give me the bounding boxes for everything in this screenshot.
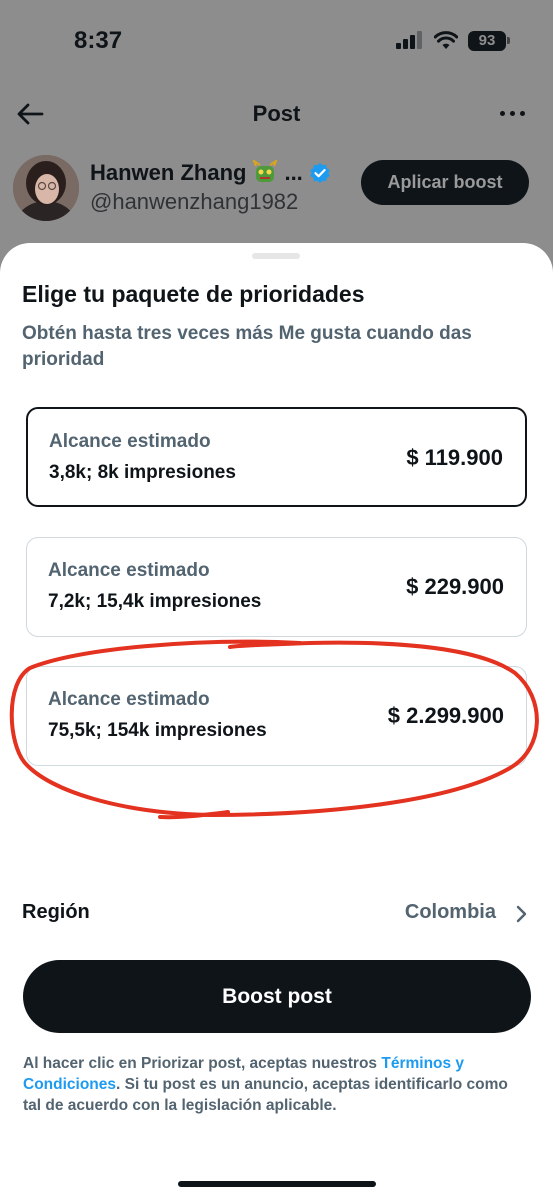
sheet-subtitle: Obtén hasta tres veces más Me gusta cuan… bbox=[22, 323, 472, 370]
page-title: Post bbox=[252, 101, 301, 126]
cellular-signal-icon bbox=[396, 31, 424, 49]
package-label: Alcance estimado bbox=[49, 431, 211, 452]
apply-boost-button[interactable]: Aplicar boost bbox=[361, 160, 529, 205]
user-handle: @hanwenzhang1982 bbox=[90, 189, 299, 214]
sheet-title: Elige tu paquete de prioridades bbox=[22, 281, 365, 307]
region-label: Región bbox=[22, 901, 90, 923]
package-label: Alcance estimado bbox=[48, 689, 210, 710]
sheet-grabber[interactable] bbox=[252, 253, 300, 259]
legal-text-before: Al hacer clic en Priorizar post, aceptas… bbox=[23, 1055, 382, 1072]
package-price: $ 119.900 bbox=[406, 445, 503, 470]
package-label: Alcance estimado bbox=[48, 560, 210, 581]
avatar[interactable] bbox=[13, 155, 79, 221]
boost-bottom-sheet: Elige tu paquete de prioridades Obtén ha… bbox=[0, 243, 553, 1200]
region-value: Colombia bbox=[404, 901, 496, 923]
wifi-icon bbox=[434, 31, 458, 49]
status-time: 8:37 bbox=[74, 27, 123, 54]
legal-disclaimer: Al hacer clic en Priorizar post, aceptas… bbox=[23, 1053, 523, 1116]
package-reach: 3,8k; 8k impresiones bbox=[49, 462, 236, 483]
home-indicator bbox=[178, 1181, 376, 1187]
package-option-3[interactable]: Alcance estimado 75,5k; 154k impresiones… bbox=[26, 666, 527, 766]
package-option-2[interactable]: Alcance estimado 7,2k; 15,4k impresiones… bbox=[26, 537, 527, 637]
user-name: Hanwen Zhang bbox=[90, 160, 247, 185]
package-price: $ 2.299.900 bbox=[387, 703, 504, 728]
verified-badge-icon bbox=[309, 163, 330, 183]
more-options-icon[interactable] bbox=[498, 103, 528, 123]
user-name-ellipsis: ... bbox=[284, 160, 303, 185]
package-reach: 7,2k; 15,4k impresiones bbox=[48, 591, 262, 612]
boost-post-button[interactable]: Boost post bbox=[23, 960, 531, 1033]
package-reach: 75,5k; 154k impresiones bbox=[48, 720, 267, 741]
package-option-1[interactable]: Alcance estimado 3,8k; 8k impresiones $ … bbox=[26, 407, 527, 507]
package-price: $ 229.900 bbox=[406, 574, 504, 599]
dragon-emoji-icon bbox=[252, 160, 278, 182]
battery-indicator: 93 bbox=[468, 31, 506, 51]
chevron-right-icon bbox=[516, 905, 527, 923]
battery-cap bbox=[507, 37, 510, 44]
region-selector[interactable]: Región Colombia bbox=[22, 893, 532, 933]
